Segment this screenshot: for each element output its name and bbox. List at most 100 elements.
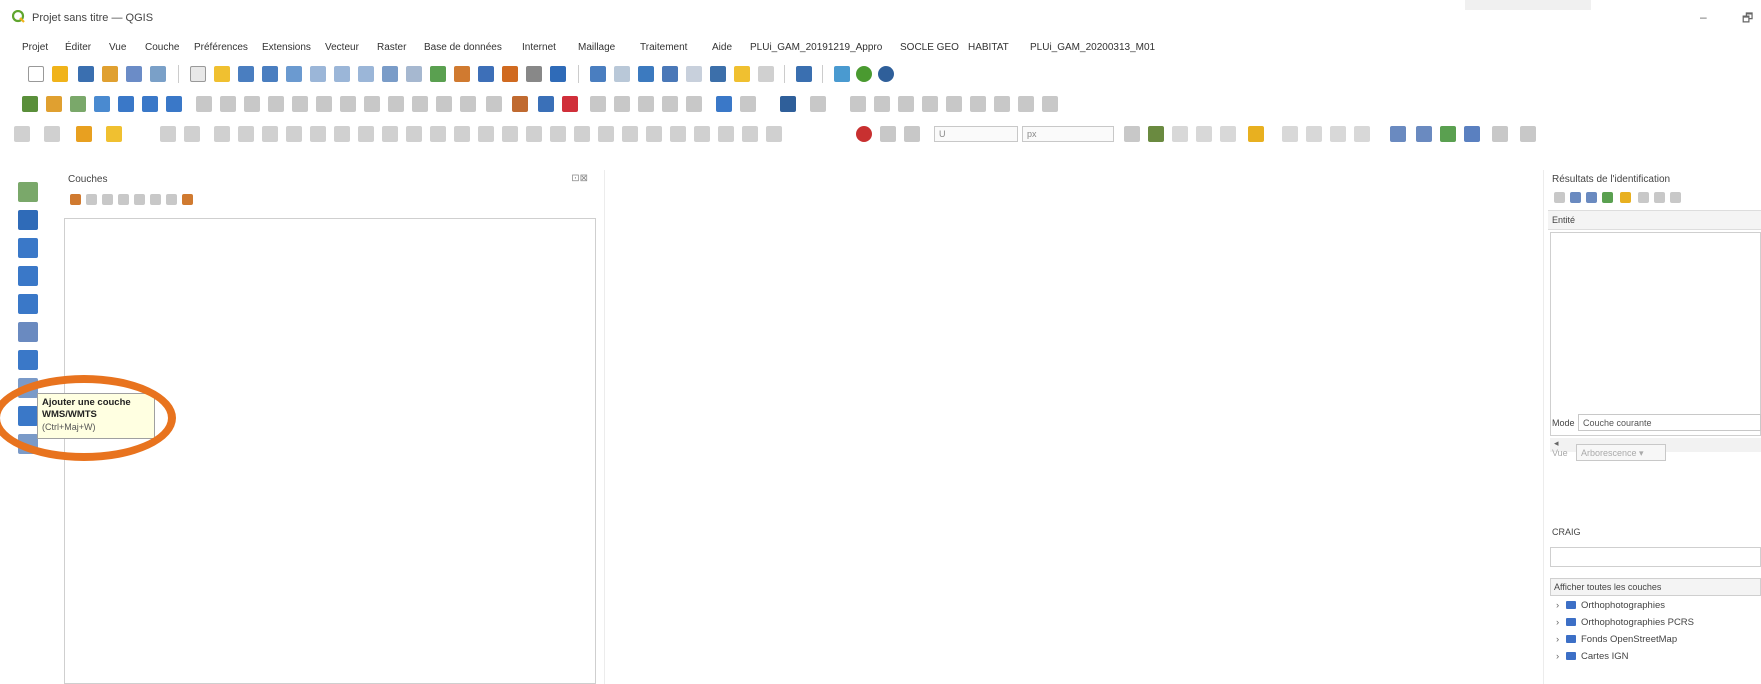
filter-expression-icon[interactable] — [134, 194, 145, 205]
add-wms-icon[interactable] — [166, 96, 182, 112]
bookmark-new-icon[interactable] — [502, 66, 518, 82]
measure-line-icon[interactable] — [686, 66, 702, 82]
expand-new-icon[interactable] — [1586, 192, 1597, 203]
zoom-next-icon[interactable] — [406, 66, 422, 82]
remove-layer-icon[interactable] — [182, 194, 193, 205]
snapping-toolbar-toggle-icon[interactable] — [904, 126, 920, 142]
delete-selected-icon[interactable] — [340, 96, 356, 112]
expand-arrow-icon[interactable]: › — [1556, 634, 1566, 645]
new-3d-view-icon[interactable] — [454, 66, 470, 82]
shapes-icon[interactable] — [1330, 126, 1346, 142]
pan-map-icon[interactable] — [190, 66, 206, 82]
menu-plui-appro[interactable]: PLUi_GAM_20191219_Appro — [750, 42, 882, 53]
map-tips-icon[interactable] — [710, 66, 726, 82]
plus-icon[interactable] — [1220, 126, 1236, 142]
open-layer-styling-icon[interactable] — [70, 194, 81, 205]
attributes-icon[interactable] — [1390, 126, 1406, 142]
minimize-button[interactable]: – — [1700, 10, 1707, 24]
snap-options-icon[interactable] — [646, 126, 662, 142]
expand-all-icon[interactable] — [150, 194, 161, 205]
cancel-x-icon[interactable] — [1172, 126, 1188, 142]
zoom-out-icon[interactable] — [262, 66, 278, 82]
expand-arrow-icon[interactable]: › — [1556, 600, 1566, 611]
label-change-icon[interactable] — [686, 96, 702, 112]
zoom-to-layer-extent-icon[interactable] — [1282, 126, 1298, 142]
snap-centroid-icon[interactable] — [310, 126, 326, 142]
copy-features-icon[interactable] — [388, 96, 404, 112]
pipe-icon[interactable] — [1520, 126, 1536, 142]
show-layout-manager-icon[interactable] — [126, 66, 142, 82]
add-mssql-icon[interactable] — [18, 350, 38, 370]
add-group-icon[interactable] — [86, 194, 97, 205]
label-move-icon[interactable] — [638, 96, 654, 112]
snap-segment-icon[interactable] — [262, 126, 278, 142]
delete-ring-icon[interactable] — [1042, 96, 1058, 112]
field-calculator-icon[interactable] — [638, 66, 654, 82]
python-icon[interactable] — [1248, 126, 1264, 142]
add-spatialite-layer-icon[interactable] — [18, 238, 38, 258]
plugin-book-icon[interactable] — [780, 96, 796, 112]
shapes2-icon[interactable] — [1354, 126, 1370, 142]
save-edits-icon[interactable] — [244, 96, 260, 112]
manage-map-themes-icon[interactable] — [102, 194, 113, 205]
add-delimited-layer-icon[interactable] — [18, 322, 38, 342]
zoom-in-icon[interactable] — [238, 66, 254, 82]
restore-button[interactable]: 🗗 — [1742, 9, 1753, 30]
refresh-icon[interactable] — [550, 66, 566, 82]
view-combo[interactable]: Arborescence ▾ — [1576, 444, 1666, 461]
record-icon[interactable] — [856, 126, 872, 142]
print-results-icon[interactable] — [1638, 192, 1649, 203]
mode-combo[interactable]: Couche courante — [1578, 414, 1761, 431]
snapping-type-icon[interactable] — [184, 126, 200, 142]
show-bookmarks-icon[interactable] — [526, 66, 542, 82]
undo-icon[interactable] — [436, 96, 452, 112]
snap-tool-icon[interactable] — [766, 126, 782, 142]
plugin-search-icon[interactable] — [740, 96, 756, 112]
identify-results-tree[interactable] — [1550, 232, 1761, 436]
toggle-editing-icon[interactable] — [220, 96, 236, 112]
add-virtual-layer-icon[interactable] — [18, 294, 38, 314]
digitizing-combo-icon[interactable] — [14, 126, 30, 142]
avoid-overlap-icon[interactable] — [430, 126, 446, 142]
expand-tree-icon[interactable] — [1554, 192, 1565, 203]
add-ring-icon[interactable] — [1018, 96, 1034, 112]
menu-vecteur[interactable]: Vecteur — [325, 42, 359, 53]
selection-tool-icon[interactable] — [76, 126, 92, 142]
help-icon[interactable] — [1670, 192, 1681, 203]
collapse-tree-icon[interactable] — [1570, 192, 1581, 203]
menu-extensions[interactable]: Extensions — [262, 42, 311, 53]
paste-features-icon[interactable] — [412, 96, 428, 112]
snap-edit-icon[interactable] — [598, 126, 614, 142]
service-item-orthophotographies[interactable]: › Orthophotographies — [1556, 600, 1665, 614]
attributes2-icon[interactable] — [1416, 126, 1432, 142]
snap-area-icon[interactable] — [286, 126, 302, 142]
add-raster-icon[interactable] — [18, 210, 38, 230]
snap-dropdown-icon[interactable] — [670, 126, 686, 142]
label-rotate-icon[interactable] — [662, 96, 678, 112]
text-annotation-icon[interactable] — [734, 66, 750, 82]
zoom-native-icon[interactable] — [358, 66, 374, 82]
layers-panel-close[interactable]: ⊡⊠ — [571, 173, 588, 184]
snap-tolerance-icon[interactable] — [574, 126, 590, 142]
shape-digitize-icon[interactable] — [850, 96, 866, 112]
snap-advanced-icon[interactable] — [622, 126, 638, 142]
attributes4-icon[interactable] — [1464, 126, 1480, 142]
map-canvas[interactable] — [604, 170, 1544, 684]
self-snapping-icon[interactable] — [454, 126, 470, 142]
merge-features-icon[interactable] — [898, 96, 914, 112]
add-vector-icon[interactable] — [18, 182, 38, 202]
cross-icon[interactable] — [1196, 126, 1212, 142]
snap-more-icon[interactable] — [694, 126, 710, 142]
plugin-green-icon[interactable] — [856, 66, 872, 82]
expand-arrow-icon[interactable]: › — [1556, 617, 1566, 628]
plugin-globe-icon[interactable] — [878, 66, 894, 82]
plugin-tree-icon[interactable] — [1148, 126, 1164, 142]
craig-search-input[interactable] — [1550, 547, 1761, 567]
expand-arrow-icon[interactable]: › — [1556, 651, 1566, 662]
menu-projet[interactable]: Projet — [22, 42, 48, 53]
statistical-summary-icon[interactable] — [662, 66, 678, 82]
topological-editing-icon[interactable] — [382, 126, 398, 142]
advanced-digitize-icon[interactable] — [810, 96, 826, 112]
split-features-icon[interactable] — [874, 96, 890, 112]
clear-results-icon[interactable] — [1602, 192, 1613, 203]
